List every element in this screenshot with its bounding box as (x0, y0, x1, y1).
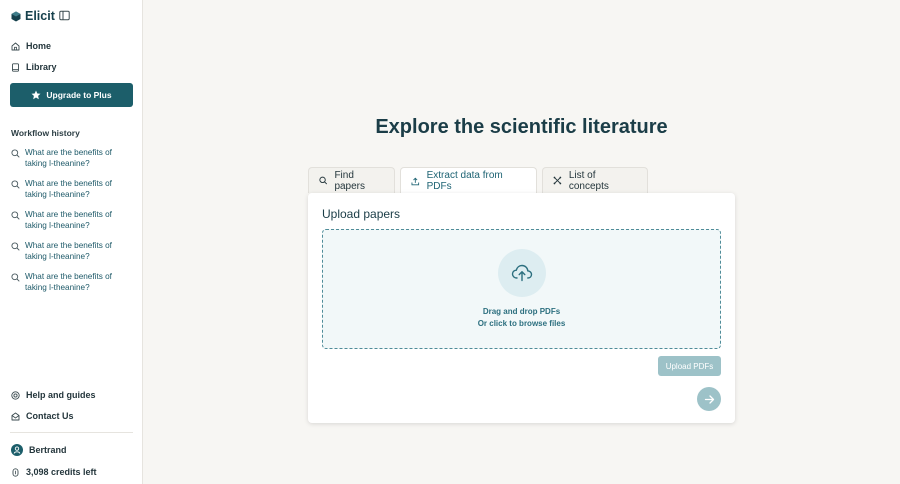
history-item-line: taking l-theanine? (25, 220, 90, 230)
nav-library[interactable]: Library (11, 62, 57, 72)
credits[interactable]: 3,098 credits left (11, 467, 97, 477)
tab-list-of-concepts[interactable]: List of concepts (542, 167, 648, 193)
upload-icon-circle (498, 249, 546, 297)
tab-find-papers[interactable]: Find papers (308, 167, 395, 193)
nav-contact-label: Contact Us (26, 411, 74, 421)
history-item-text: What are the benefits of taking l-theani… (25, 179, 112, 201)
history-item-line: taking l-theanine? (25, 158, 90, 168)
browse-files-text: Or click to browse files (477, 319, 566, 328)
tab-extract-data[interactable]: Extract data from PDFs (400, 167, 537, 194)
history-item[interactable]: What are the benefits of taking l-theani… (11, 179, 136, 201)
drag-drop-text: Drag and drop PDFs (482, 307, 561, 316)
search-icon (11, 149, 20, 158)
page-title: Explore the scientific literature (375, 116, 668, 138)
mail-icon (11, 412, 20, 420)
upgrade-button[interactable]: Upgrade to Plus (10, 83, 133, 107)
history-item-line: taking l-theanine? (25, 251, 90, 261)
upload-icon (411, 177, 420, 185)
history-item-line: What are the benefits of (25, 210, 112, 219)
history-item-line: What are the benefits of (25, 148, 112, 157)
coin-icon (12, 467, 19, 477)
nav-home[interactable]: Home (11, 41, 51, 51)
tab-label: Find papers (334, 169, 366, 192)
upgrade-label: Upgrade to Plus (46, 90, 112, 100)
search-icon (11, 211, 20, 220)
app-name: Elicit (25, 9, 55, 23)
history-item-line: taking l-theanine? (25, 189, 90, 199)
brand[interactable]: Elicit (11, 9, 55, 23)
history-item-text: What are the benefits of taking l-theani… (25, 241, 112, 263)
sidebar-divider (10, 432, 133, 433)
user-name: Bertrand (29, 445, 67, 455)
nav-library-label: Library (26, 62, 57, 72)
submit-button[interactable] (697, 387, 721, 411)
sidebar: Elicit Home Library Upgrade to Plus Work… (0, 0, 143, 484)
search-icon (11, 180, 20, 189)
search-icon (11, 242, 20, 251)
user-icon (13, 446, 21, 454)
star-icon (31, 90, 41, 100)
cloud-upload-icon (511, 264, 533, 282)
history-item[interactable]: What are the benefits of taking l-theani… (11, 272, 136, 294)
nav-contact[interactable]: Contact Us (11, 411, 74, 421)
history-item[interactable]: What are the benefits of taking l-theani… (11, 241, 136, 263)
history-item-line: What are the benefits of (25, 179, 112, 188)
book-icon (12, 62, 19, 72)
history-item-line: What are the benefits of (25, 272, 112, 281)
nav-help[interactable]: Help and guides (11, 390, 96, 400)
search-icon (11, 273, 20, 282)
history-item[interactable]: What are the benefits of taking l-theani… (11, 210, 136, 232)
search-icon (319, 176, 328, 185)
elicit-logo-icon (11, 11, 21, 21)
arrow-right-icon (704, 394, 714, 404)
history-item[interactable]: What are the benefits of taking l-theani… (11, 148, 136, 170)
credits-label: 3,098 credits left (26, 467, 97, 477)
history-item-line: What are the benefits of (25, 241, 112, 250)
history-item-line: taking l-theanine? (25, 282, 90, 292)
upload-card: Upload papers Drag and drop PDFs Or clic… (308, 193, 735, 423)
avatar (11, 444, 23, 456)
tab-label: Extract data from PDFs (426, 170, 503, 192)
user-profile[interactable]: Bertrand (11, 444, 67, 456)
history-item-text: What are the benefits of taking l-theani… (25, 210, 112, 232)
upload-pdfs-button[interactable]: Upload PDFs (658, 356, 721, 376)
home-icon (11, 42, 20, 50)
history-item-text: What are the benefits of taking l-theani… (25, 272, 112, 294)
workflow-history-heading: Workflow history (11, 128, 80, 138)
sidebar-toggle-icon[interactable] (59, 10, 70, 21)
nav-home-label: Home (26, 41, 52, 51)
tab-label: List of concepts (568, 169, 609, 192)
upload-heading: Upload papers (322, 207, 401, 221)
history-item-text: What are the benefits of taking l-theani… (25, 148, 112, 170)
pdf-dropzone[interactable]: Drag and drop PDFs Or click to browse fi… (322, 229, 721, 349)
concepts-icon (553, 176, 562, 185)
nav-help-label: Help and guides (26, 390, 96, 400)
lifebuoy-icon (11, 390, 20, 400)
